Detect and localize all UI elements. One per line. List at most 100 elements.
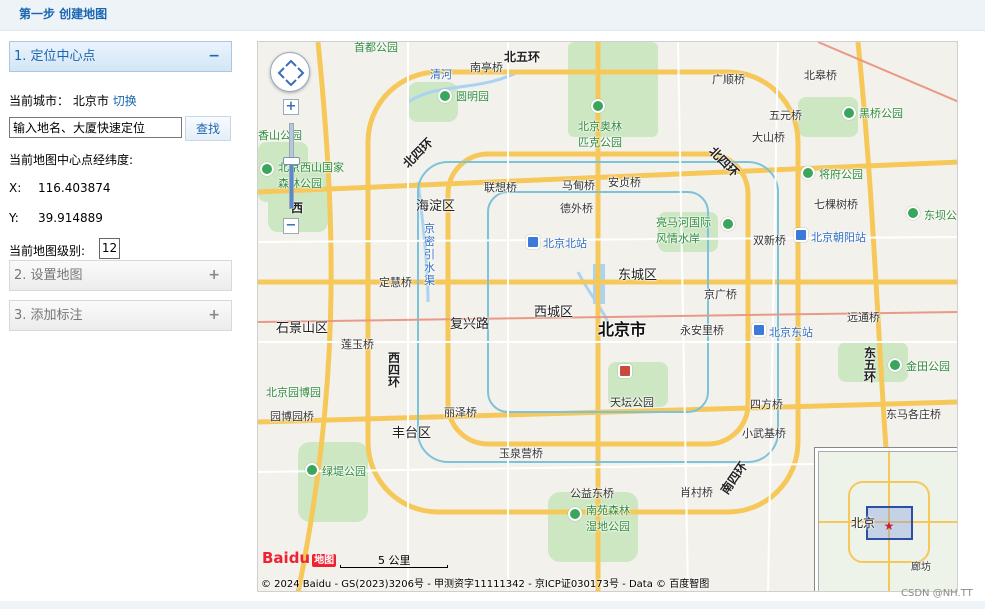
section-label: 2. 设置地图 [14, 268, 83, 283]
overview-roads: ★ [819, 452, 957, 591]
park-icon [842, 106, 856, 120]
station-icon [752, 323, 766, 337]
step-header: 第一步 创建地图 [0, 0, 985, 31]
station-icon [794, 228, 808, 242]
district-label: 西城区 [534, 305, 574, 320]
place-label: 七棵树桥 [814, 198, 858, 211]
place-label: 双新桥 [753, 234, 786, 247]
park-label: 香山公园 [258, 129, 302, 142]
ring-road-label: 西四环 [388, 351, 401, 389]
section-label: 1. 定位中心点 [14, 49, 96, 64]
park-label: 绿堤公园 [322, 465, 366, 478]
map-canvas[interactable]: 北京市 海淀区 西城区 东城区 石景山区 丰台区 复兴路 北五环 北四环 北四环… [257, 41, 958, 592]
overview-place-label: 廊坊 [911, 562, 931, 573]
place-label: 联想桥 [484, 181, 517, 194]
park-label: 东坝公 [924, 209, 957, 222]
zoom-out-button[interactable]: − [283, 218, 299, 234]
park-label: 亮马河国际风情水岸 [656, 216, 711, 245]
place-label: 公益东桥 [570, 487, 614, 500]
place-label: 北皋桥 [804, 69, 837, 82]
overview-map-canvas: ★ 北京 廊坊 [818, 451, 957, 591]
place-label: 永安里桥 [680, 324, 724, 337]
zoom-in-button[interactable]: + [283, 99, 299, 115]
y-value: 39.914889 [38, 211, 103, 225]
section-add-markers[interactable]: 3. 添加标注 + [9, 300, 232, 331]
place-label: 远通桥 [847, 311, 880, 324]
park-icon [906, 206, 920, 220]
y-label: Y: [9, 211, 19, 225]
park-icon [591, 99, 605, 113]
zoom-slider-thumb[interactable] [283, 157, 300, 165]
place-label: 大山桥 [752, 131, 785, 144]
x-row: X: 116.403874 [9, 181, 111, 195]
place-label: 广顺桥 [712, 73, 745, 86]
place-label: 安贞桥 [608, 176, 641, 189]
watermark: CSDN @NH.TT [901, 588, 973, 599]
place-label: 五元桥 [769, 109, 802, 122]
station-label: 北京朝阳站 [811, 231, 866, 244]
park-label: 北京奥林匹克公园 [578, 120, 622, 149]
ring-road-label: 北五环 [504, 50, 541, 64]
zoom-slider-track[interactable] [289, 123, 294, 209]
pan-control[interactable] [270, 52, 310, 92]
place-label: 东马各庄桥 [886, 408, 941, 421]
place-label: 定慧桥 [379, 276, 412, 289]
place-label: 莲玉桥 [341, 338, 374, 351]
district-label: 海淀区 [416, 199, 456, 214]
zoom-level-value: 12 [99, 238, 120, 259]
park-label: 将府公园 [819, 168, 863, 181]
map-city-label: 北京市 [598, 320, 647, 339]
x-label: X: [9, 181, 22, 195]
place-label: 肖村桥 [680, 486, 713, 499]
temple-icon [618, 364, 632, 378]
place-label: 京广桥 [704, 288, 737, 301]
zoom-level-label: 当前地图级别: [9, 244, 86, 258]
location-search-input[interactable] [9, 117, 182, 138]
park-icon [721, 217, 735, 231]
bottom-strip [0, 601, 985, 609]
collapse-icon: − [208, 48, 220, 64]
current-city-row: 当前城市： 北京市 切换 [9, 92, 137, 109]
park-icon [568, 507, 582, 521]
current-city-value: 北京市 [72, 94, 109, 108]
baidu-logo-suffix: 地图 [312, 554, 337, 567]
place-label: 小武基桥 [742, 427, 786, 440]
park-icon [305, 463, 319, 477]
section-map-settings[interactable]: 2. 设置地图 + [9, 260, 232, 291]
switch-city-link[interactable]: 切换 [113, 94, 137, 108]
overview-map[interactable]: ★ 北京 廊坊 [814, 447, 957, 591]
expand-icon: + [208, 267, 220, 283]
district-label: 东城区 [618, 268, 658, 283]
park-label: 黑桥公园 [859, 107, 903, 120]
scale-bar: 5 公里 [340, 554, 448, 568]
search-button[interactable]: 查找 [185, 116, 231, 141]
current-city-label: 当前城市： [9, 94, 70, 108]
pan-arrows-icon [277, 59, 305, 87]
baidu-logo[interactable]: Baidu 地图 [262, 549, 337, 567]
section-label: 3. 添加标注 [14, 308, 83, 323]
section-locate-center[interactable]: 1. 定位中心点 − [9, 41, 232, 72]
park-label: 首都公园 [354, 41, 398, 54]
x-value: 116.403874 [38, 181, 111, 195]
road-label: 复兴路 [450, 317, 490, 332]
place-label: 园博园桥 [270, 410, 314, 423]
park-icon [438, 89, 452, 103]
district-label: 丰台区 [392, 426, 432, 441]
zoom-slider-fill [290, 163, 293, 208]
svg-text:★: ★ [884, 519, 895, 533]
overview-city-label: 北京 [851, 516, 876, 530]
park-label: 圆明园 [456, 90, 489, 103]
station-label: 北京北站 [543, 237, 587, 250]
place-label: 德外桥 [560, 202, 593, 215]
ring-road-label: 东五环 [864, 346, 877, 384]
station-label: 北京东站 [769, 326, 813, 339]
water-label: 清河 [430, 68, 452, 81]
park-label: 天坛公园 [610, 396, 654, 409]
water-label: 京密引水渠 [424, 222, 435, 287]
y-row: Y: 39.914889 [9, 211, 103, 225]
baidu-logo-text: Baidu [262, 549, 311, 567]
step-title: 第一步 创建地图 [19, 7, 108, 21]
park-label: 金田公园 [906, 360, 950, 373]
map-copyright: © 2024 Baidu - GS(2023)3206号 - 甲测资字11111… [261, 579, 710, 590]
park-icon [260, 162, 274, 176]
